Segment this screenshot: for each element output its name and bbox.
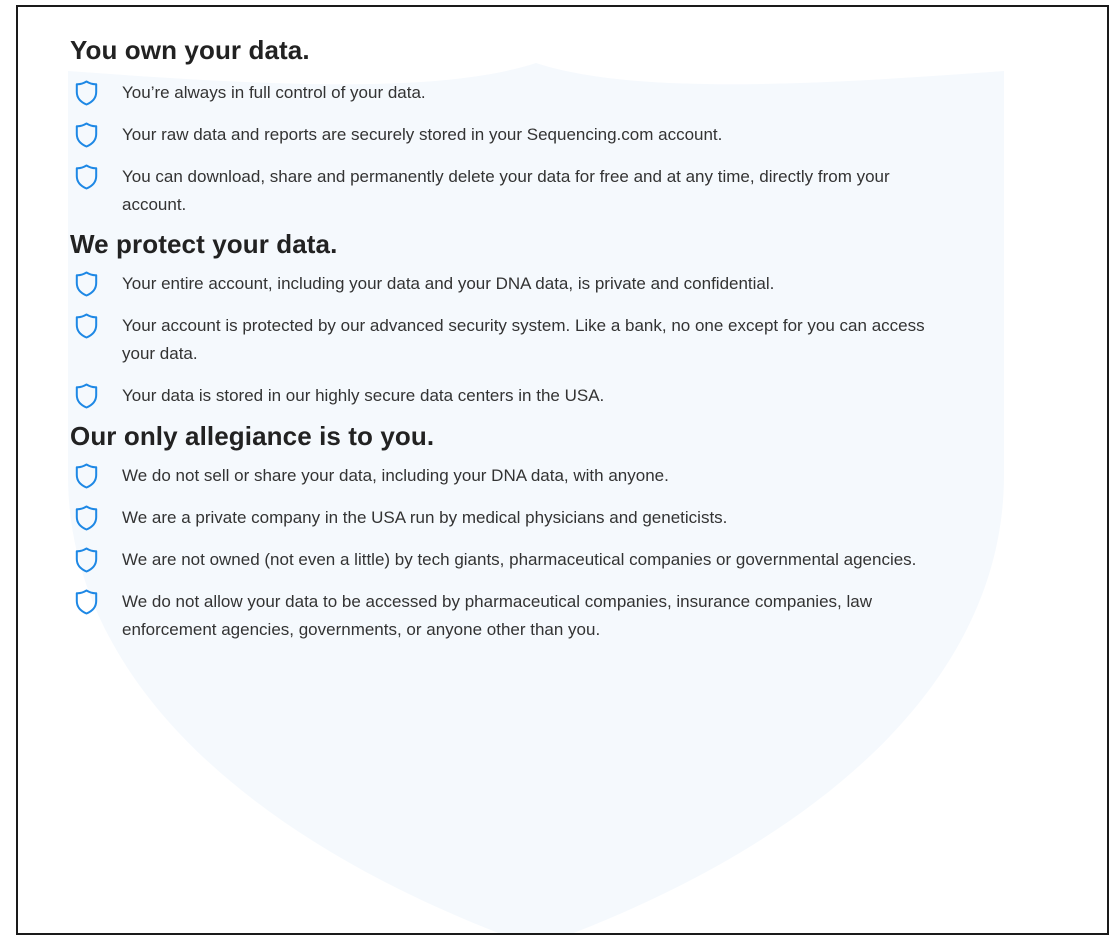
item-text: Your raw data and reports are securely s… [122,125,723,144]
shield-icon [75,463,98,489]
list-item: You’re always in full control of your da… [70,79,942,107]
shield-icon [75,164,98,190]
section-title: You own your data. [70,35,310,65]
item-text: Your account is protected by our advance… [122,316,925,363]
shield-icon [75,383,98,409]
list-item: Your account is protected by our advance… [70,312,942,368]
item-text: We do not sell or share your data, inclu… [122,466,669,485]
section-protect-data: We protect your data. Your entire accoun… [70,227,1090,410]
privacy-content: You own your data. You’re always in full… [70,33,1090,658]
shield-icon [75,505,98,531]
item-list: We do not sell or share your data, inclu… [70,462,1090,644]
shield-icon [75,271,98,297]
item-text: We are a private company in the USA run … [122,508,728,527]
item-text: We are not owned (not even a little) by … [122,550,917,569]
section-title: Our only allegiance is to you. [70,421,435,451]
item-text: You can download, share and permanently … [122,167,890,214]
shield-icon [75,122,98,148]
list-item: We are not owned (not even a little) by … [70,546,942,574]
shield-icon [75,589,98,615]
shield-icon [75,313,98,339]
section-own-data: You own your data. You’re always in full… [70,33,1090,219]
list-item: We do not sell or share your data, inclu… [70,462,942,490]
item-text: Your entire account, including your data… [122,274,775,293]
item-text: You’re always in full control of your da… [122,83,426,102]
list-item: Your data is stored in our highly secure… [70,382,942,410]
content-frame: You own your data. You’re always in full… [16,5,1109,935]
shield-icon [75,80,98,106]
list-item: Your entire account, including your data… [70,270,942,298]
list-item: You can download, share and permanently … [70,163,942,219]
item-list: You’re always in full control of your da… [70,79,1090,219]
section-title: We protect your data. [70,229,338,259]
item-list: Your entire account, including your data… [70,270,1090,410]
shield-icon [75,547,98,573]
list-item: We do not allow your data to be accessed… [70,588,942,644]
item-text: Your data is stored in our highly secure… [122,386,605,405]
list-item: We are a private company in the USA run … [70,504,942,532]
item-text: We do not allow your data to be accessed… [122,592,872,639]
section-allegiance: Our only allegiance is to you. We do not… [70,419,1090,644]
list-item: Your raw data and reports are securely s… [70,121,942,149]
